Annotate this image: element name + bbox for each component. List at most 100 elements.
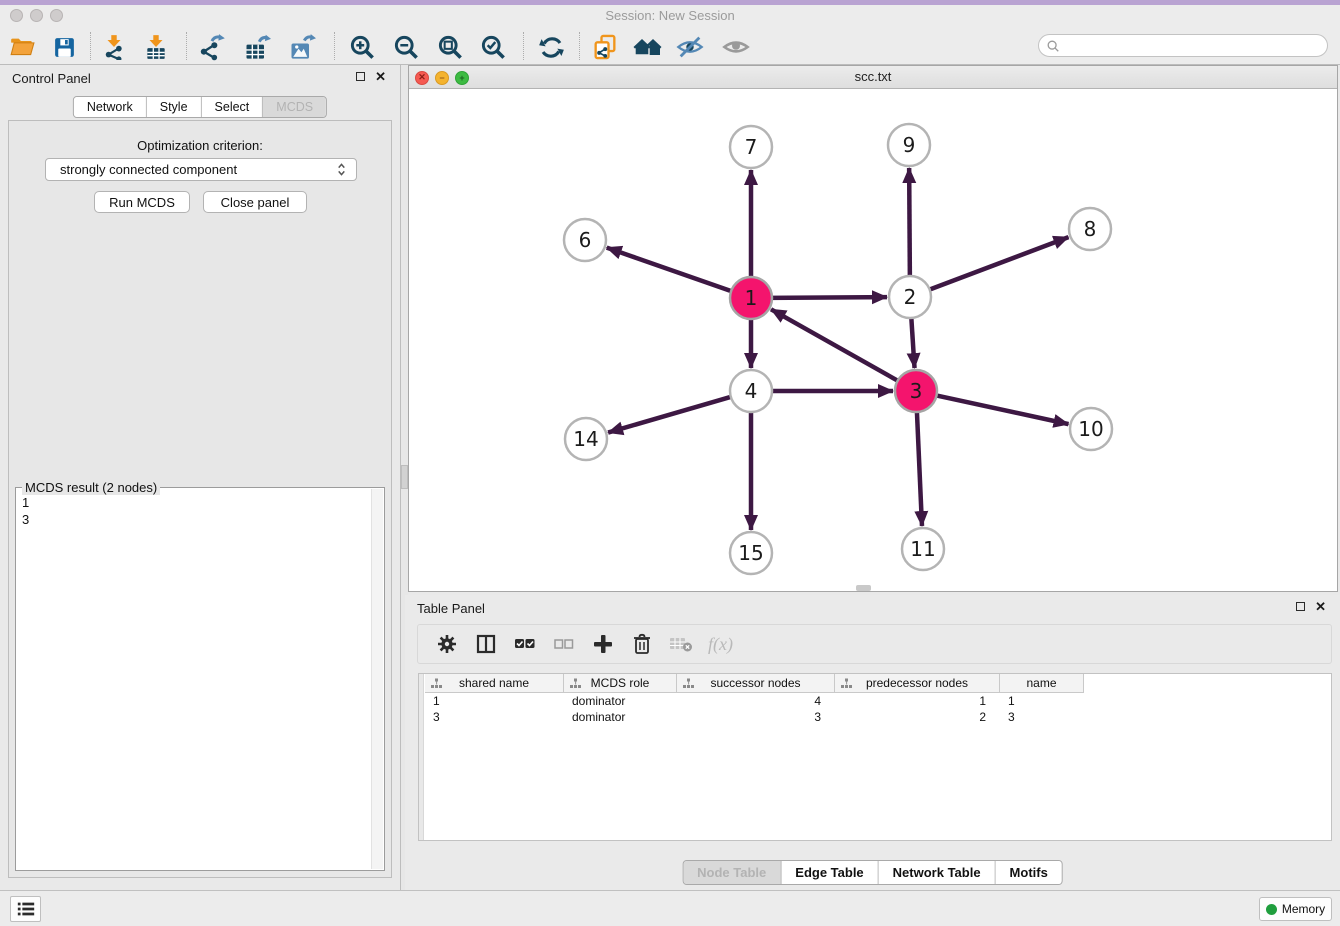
graph-node-15[interactable]: 15 — [730, 532, 772, 574]
search-icon — [1046, 39, 1060, 53]
graph-node-4[interactable]: 4 — [730, 370, 772, 412]
memory-label: Memory — [1282, 902, 1325, 916]
table-cell[interactable]: dominator — [564, 709, 677, 725]
svg-text:8: 8 — [1084, 217, 1097, 241]
hide-selected-icon[interactable] — [676, 33, 704, 61]
float-table-panel-icon[interactable] — [1296, 602, 1305, 611]
node-table[interactable]: shared nameMCDS rolesuccessor nodesprede… — [418, 673, 1332, 841]
window-close-button[interactable] — [10, 9, 23, 22]
network-maximize-button[interactable]: + — [455, 71, 469, 85]
graph-node-1[interactable]: 1 — [730, 277, 772, 319]
export-network-icon[interactable] — [198, 33, 226, 61]
search-input[interactable] — [1064, 39, 1327, 53]
tab-mcds[interactable]: MCDS — [263, 97, 326, 117]
clone-network-icon[interactable] — [591, 33, 619, 61]
control-panel-title: Control Panel — [12, 71, 91, 86]
graph-node-14[interactable]: 14 — [565, 418, 607, 460]
graph-edge-3-1[interactable] — [771, 309, 899, 381]
show-all-icon[interactable] — [722, 33, 750, 61]
graph-node-6[interactable]: 6 — [564, 219, 606, 261]
export-image-icon[interactable] — [288, 33, 316, 61]
criterion-dropdown[interactable]: strongly connected component — [45, 158, 357, 181]
memory-button[interactable]: Memory — [1259, 897, 1332, 921]
show-columns-icon[interactable] — [474, 632, 498, 656]
result-scrollbar[interactable] — [371, 489, 383, 869]
graph-edge-3-11[interactable] — [917, 410, 922, 526]
graph-node-10[interactable]: 10 — [1070, 408, 1112, 450]
tab-style[interactable]: Style — [147, 97, 202, 117]
column-header-MCDS-role[interactable]: MCDS role — [564, 674, 677, 693]
graph-edge-2-8[interactable] — [928, 237, 1069, 290]
apply-layout-icon[interactable] — [537, 33, 565, 61]
network-close-button[interactable]: ✕ — [415, 71, 429, 85]
float-panel-icon[interactable] — [356, 72, 365, 81]
table-cell[interactable]: 1 — [1000, 693, 1084, 709]
import-table-icon[interactable] — [142, 33, 170, 61]
graph-node-2[interactable]: 2 — [889, 276, 931, 318]
zoom-in-icon[interactable] — [348, 33, 376, 61]
table-cell[interactable]: 1 — [835, 693, 1000, 709]
delete-column-icon[interactable] — [630, 632, 654, 656]
graph-edge-1-6[interactable] — [607, 248, 733, 292]
add-column-icon[interactable] — [591, 632, 615, 656]
table-cell[interactable]: 4 — [677, 693, 835, 709]
table-row[interactable]: 3dominator323 — [425, 709, 1084, 725]
toolbar-separator — [186, 32, 187, 60]
table-cell[interactable]: 3 — [425, 709, 564, 725]
graph-edge-1-2[interactable] — [770, 297, 887, 298]
column-header-successor-nodes[interactable]: successor nodes — [677, 674, 835, 693]
tab-network-table[interactable]: Network Table — [879, 861, 996, 884]
column-header-name[interactable]: name — [1000, 674, 1084, 693]
window-traffic-lights[interactable] — [10, 9, 63, 22]
graph-edge-2-3[interactable] — [911, 316, 914, 368]
graph-node-8[interactable]: 8 — [1069, 208, 1111, 250]
mcds-result-text[interactable]: 1 3 — [22, 494, 29, 528]
graph-edge-2-9[interactable] — [909, 168, 910, 278]
close-table-panel-icon[interactable]: ✕ — [1315, 601, 1326, 612]
tab-edge-table[interactable]: Edge Table — [781, 861, 878, 884]
tab-motifs[interactable]: Motifs — [996, 861, 1062, 884]
network-graph[interactable]: 1 2 3 4 6 7 8 9 10 11 14 15 — [409, 89, 1337, 591]
tab-select[interactable]: Select — [202, 97, 264, 117]
optimization-criterion-label: Optimization criterion: — [9, 138, 391, 153]
graph-node-7[interactable]: 7 — [730, 126, 772, 168]
window-minimize-button[interactable] — [30, 9, 43, 22]
graph-node-11[interactable]: 11 — [902, 528, 944, 570]
divider-handle[interactable] — [401, 465, 408, 489]
first-neighbors-icon[interactable] — [632, 33, 668, 61]
close-panel-button[interactable]: Close panel — [203, 191, 307, 213]
open-session-icon[interactable] — [8, 33, 36, 61]
select-all-icon[interactable] — [513, 632, 537, 656]
save-session-icon[interactable] — [50, 33, 78, 61]
table-cell[interactable]: 3 — [1000, 709, 1084, 725]
table-settings-icon[interactable] — [435, 632, 459, 656]
window-zoom-button[interactable] — [50, 9, 63, 22]
canvas-hscroll-thumb[interactable] — [856, 585, 871, 591]
graph-node-3[interactable]: 3 — [895, 370, 937, 412]
network-canvas[interactable]: 1 2 3 4 6 7 8 9 10 11 14 15 — [409, 89, 1337, 591]
table-row[interactable]: 1dominator411 — [425, 693, 1084, 709]
column-header-predecessor-nodes[interactable]: predecessor nodes — [835, 674, 1000, 693]
zoom-fit-icon[interactable] — [436, 33, 464, 61]
column-header-shared-name[interactable]: shared name — [425, 674, 564, 693]
search-field[interactable] — [1038, 34, 1328, 57]
import-network-icon[interactable] — [100, 33, 128, 61]
table-cell[interactable]: 3 — [677, 709, 835, 725]
deselect-all-icon[interactable] — [552, 632, 576, 656]
graph-edge-4-14[interactable] — [608, 396, 733, 432]
tab-node-table[interactable]: Node Table — [683, 861, 781, 884]
task-history-button[interactable] — [10, 896, 41, 922]
run-mcds-button[interactable]: Run MCDS — [94, 191, 190, 213]
table-cell[interactable]: 1 — [425, 693, 564, 709]
tab-network[interactable]: Network — [74, 97, 147, 117]
close-panel-icon[interactable]: ✕ — [375, 71, 386, 82]
zoom-selected-icon[interactable] — [479, 33, 507, 61]
table-cell[interactable]: dominator — [564, 693, 677, 709]
network-window-titlebar[interactable]: ✕ − + scc.txt — [409, 66, 1337, 89]
graph-edge-3-10[interactable] — [935, 395, 1069, 424]
zoom-out-icon[interactable] — [392, 33, 420, 61]
network-minimize-button[interactable]: − — [435, 71, 449, 85]
table-cell[interactable]: 2 — [835, 709, 1000, 725]
graph-node-9[interactable]: 9 — [888, 124, 930, 166]
export-table-icon[interactable] — [243, 33, 271, 61]
